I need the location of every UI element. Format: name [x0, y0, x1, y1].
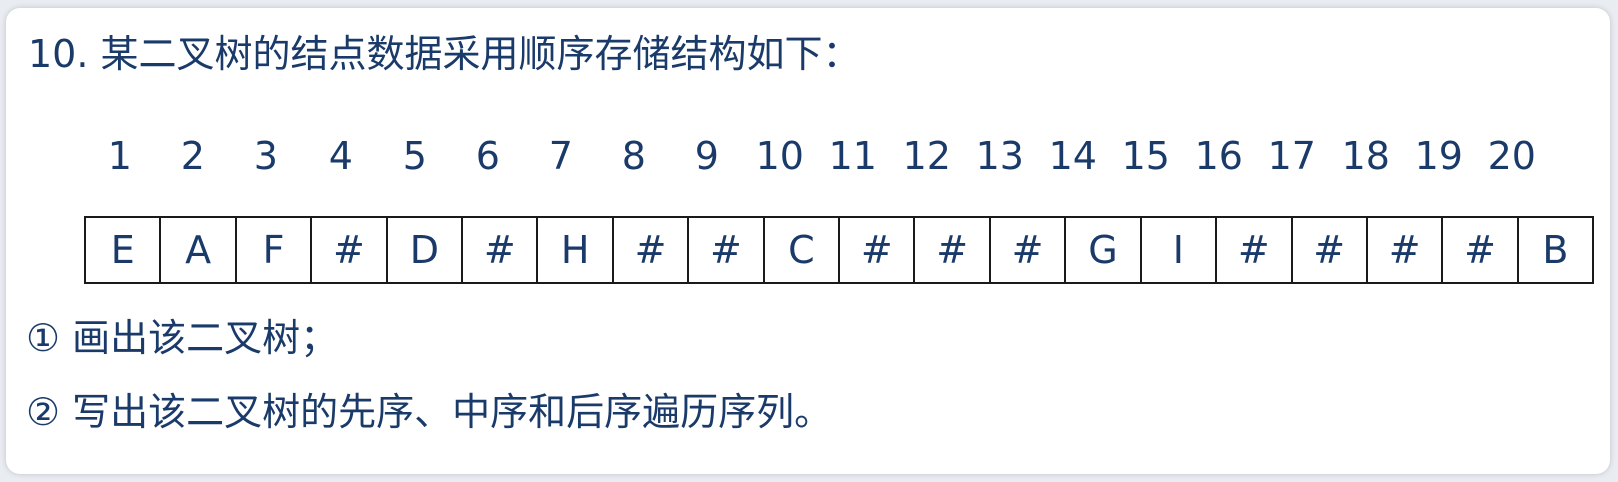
array-cell: F	[237, 218, 313, 282]
question-title: 10. 某二叉树的结点数据采用顺序存储结构如下：	[28, 32, 861, 76]
index-label: 1	[107, 134, 132, 178]
index-label: 18	[1341, 134, 1390, 178]
array-cell: #	[463, 218, 539, 282]
array-cell: A	[161, 218, 237, 282]
index-label: 19	[1414, 134, 1463, 178]
array-cell: D	[388, 218, 464, 282]
index-label: 17	[1267, 134, 1316, 178]
question-part-1: ① 画出该二叉树；	[26, 316, 339, 360]
question-card: 10. 某二叉树的结点数据采用顺序存储结构如下： 1 2 3 4 5 6 7 8…	[6, 8, 1610, 474]
index-label: 20	[1487, 134, 1536, 178]
index-label: 9	[694, 134, 719, 178]
array-cell: C	[765, 218, 841, 282]
array-cell: #	[1443, 218, 1519, 282]
array-cell: #	[1368, 218, 1444, 282]
index-label: 4	[328, 134, 353, 178]
index-row: 1 2 3 4 5 6 7 8 9 10 11 12 13 14 15 16 1…	[82, 128, 1594, 184]
storage-array: E A F # D # H # # C # # # G I # # # # B	[84, 216, 1594, 284]
index-label: 7	[548, 134, 573, 178]
index-label: 11	[828, 134, 877, 178]
array-cell: E	[86, 218, 162, 282]
array-cell: #	[614, 218, 690, 282]
index-label: 10	[755, 134, 804, 178]
index-label: 15	[1121, 134, 1170, 178]
array-cell: #	[689, 218, 765, 282]
index-label: 13	[975, 134, 1024, 178]
array-cell: #	[915, 218, 991, 282]
array-cell: I	[1142, 218, 1218, 282]
array-cell: H	[538, 218, 614, 282]
array-cell: #	[312, 218, 388, 282]
array-cell: B	[1542, 228, 1569, 272]
index-label: 12	[902, 134, 951, 178]
index-label: 14	[1048, 134, 1097, 178]
array-cell: #	[991, 218, 1067, 282]
array-cell: #	[1217, 218, 1293, 282]
array-cell: G	[1066, 218, 1142, 282]
index-label: 6	[475, 134, 500, 178]
index-label: 16	[1194, 134, 1243, 178]
question-part-2: ② 写出该二叉树的先序、中序和后序遍历序列。	[26, 390, 833, 434]
index-label: 5	[402, 134, 427, 178]
index-label: 3	[253, 134, 278, 178]
index-label: 2	[180, 134, 205, 178]
array-cell: #	[1293, 218, 1368, 282]
array-cell: #	[840, 218, 916, 282]
index-label: 8	[621, 134, 646, 178]
